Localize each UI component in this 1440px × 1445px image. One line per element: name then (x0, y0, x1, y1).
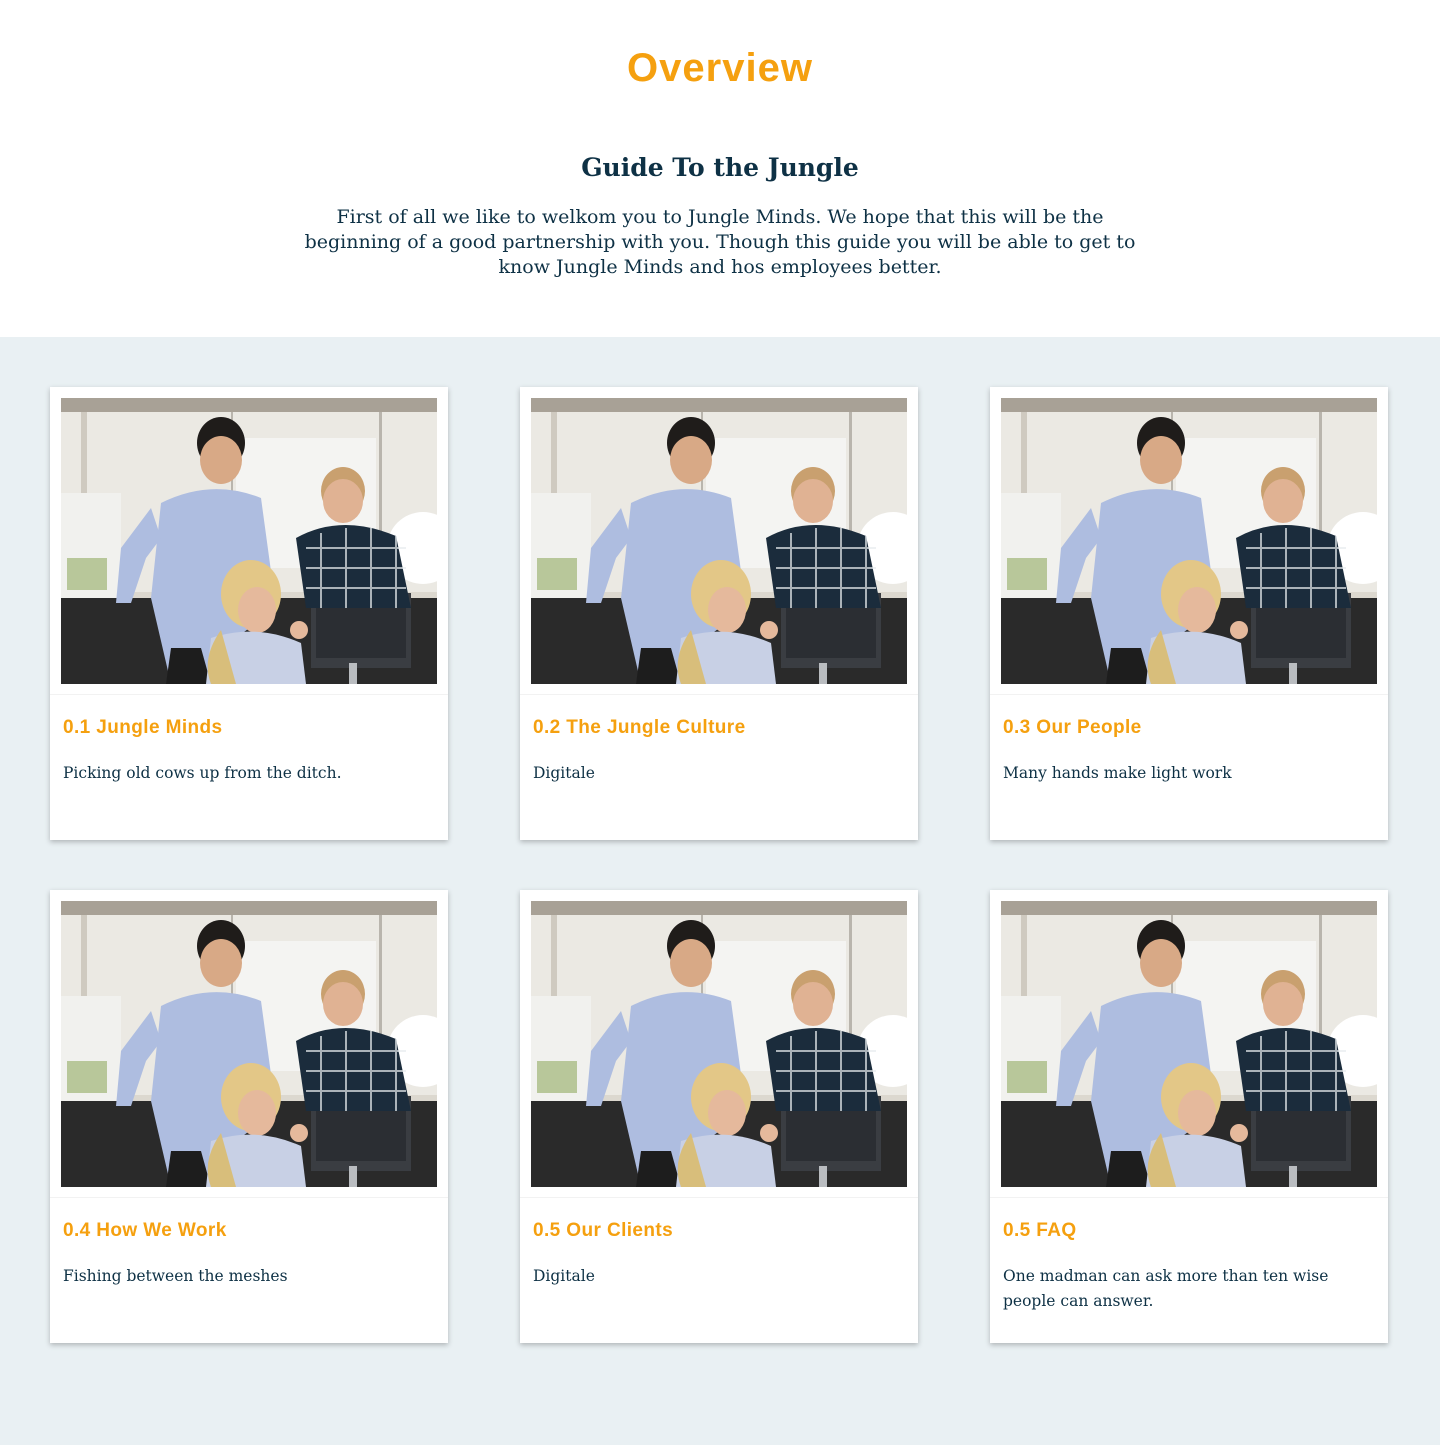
office-team-photo (531, 901, 907, 1187)
card-title[interactable]: 0.4 How We Work (63, 1220, 227, 1242)
office-team-photo (1001, 398, 1377, 684)
card-description: Picking old cows up from the ditch. (63, 764, 342, 782)
chapter-card-5[interactable]: 0.5 Our Clients Digitale (520, 890, 918, 1343)
card-divider (990, 1197, 1388, 1198)
card-divider (50, 694, 448, 695)
overview-title: Overview (627, 46, 813, 90)
office-team-photo (1001, 901, 1377, 1187)
chapter-card-6[interactable]: 0.5 FAQ One madman can ask more than ten… (990, 890, 1388, 1343)
hero-section: Overview Guide To the Jungle First of al… (0, 0, 1440, 337)
guide-title: Guide To the Jungle (581, 153, 859, 182)
card-title[interactable]: 0.5 FAQ (1003, 1220, 1077, 1242)
card-title[interactable]: 0.2 The Jungle Culture (533, 717, 746, 739)
intro-text: First of all we like to welkom you to Ju… (304, 206, 1136, 278)
office-team-photo (61, 398, 437, 684)
card-description: Digitale (533, 764, 595, 782)
cards-grid: 0.1 Jungle Minds Picking old cows up fro… (50, 387, 1388, 1343)
card-description: Fishing between the meshes (63, 1267, 288, 1285)
office-team-photo (61, 901, 437, 1187)
card-description: One madman can ask more than ten wise pe… (1003, 1267, 1329, 1310)
office-team-photo (531, 398, 907, 684)
chapter-card-3[interactable]: 0.3 Our People Many hands make light wor… (990, 387, 1388, 840)
card-description: Many hands make light work (1003, 764, 1232, 782)
chapter-card-2[interactable]: 0.2 The Jungle Culture Digitale (520, 387, 918, 840)
card-divider (50, 1197, 448, 1198)
card-title[interactable]: 0.3 Our People (1003, 717, 1142, 739)
chapter-card-1[interactable]: 0.1 Jungle Minds Picking old cows up fro… (50, 387, 448, 840)
card-title[interactable]: 0.1 Jungle Minds (63, 717, 223, 739)
card-divider (520, 694, 918, 695)
card-divider (990, 694, 1388, 695)
card-description: Digitale (533, 1267, 595, 1285)
cards-section: 0.1 Jungle Minds Picking old cows up fro… (0, 337, 1440, 1445)
chapter-card-4[interactable]: 0.4 How We Work Fishing between the mesh… (50, 890, 448, 1343)
card-title[interactable]: 0.5 Our Clients (533, 1220, 673, 1242)
card-divider (520, 1197, 918, 1198)
